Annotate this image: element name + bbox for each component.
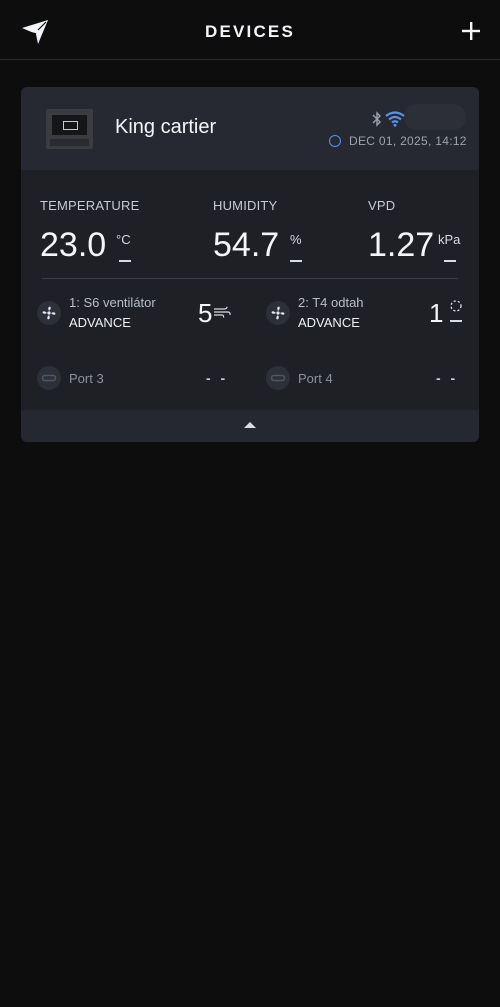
collapse-card-button[interactable] <box>21 410 479 442</box>
metric-unit-vpd: kPa <box>438 232 461 247</box>
link-icon <box>37 366 61 390</box>
chevron-up-icon <box>244 422 256 428</box>
port-4-value: - - <box>436 370 459 386</box>
device-name: King cartier <box>115 116 217 138</box>
fan-icon <box>266 301 290 325</box>
port-1-title: 1: S6 ventilátor <box>69 295 156 310</box>
metric-value-humidity: 54.7 <box>213 226 280 264</box>
metric-label-vpd: VPD <box>368 198 396 213</box>
plus-icon[interactable] <box>460 20 482 42</box>
metric-unit-humidity: % <box>290 232 302 247</box>
bluetooth-icon <box>372 111 381 127</box>
port-2-level: 1 <box>429 298 444 328</box>
metric-value-temperature: 23.0 <box>40 226 107 264</box>
last-updated-timestamp: DEC 01, 2025, 14:12 <box>349 134 467 148</box>
port-1-mode: ADVANCE <box>69 315 131 330</box>
port-2-title: 2: T4 odtah <box>298 295 364 310</box>
wind-icon <box>214 306 231 318</box>
link-icon <box>266 366 290 390</box>
port-2-mode: ADVANCE <box>298 315 360 330</box>
port-1-level: 5 <box>198 298 213 328</box>
top-bar: DEVICES <box>0 0 500 60</box>
port-3-title: Port 3 <box>69 371 104 386</box>
page-title: DEVICES <box>204 22 296 41</box>
metric-label-humidity: HUMIDITY <box>213 198 278 213</box>
metric-unit-temperature: °C <box>116 232 131 247</box>
dashed-circle-icon <box>450 300 462 322</box>
connection-badge <box>404 104 466 130</box>
fan-icon <box>37 301 61 325</box>
port-3-value: - - <box>206 370 229 386</box>
device-thumbnail <box>46 109 93 149</box>
metric-trend-temperature <box>119 260 131 262</box>
port-4-title: Port 4 <box>298 371 333 386</box>
metric-trend-vpd <box>444 260 456 262</box>
metric-trend-humidity <box>290 260 302 262</box>
metric-value-vpd: 1.27 <box>368 226 435 264</box>
wifi-icon <box>385 111 405 127</box>
status-indicator-icon <box>329 135 341 147</box>
divider <box>42 278 458 279</box>
metric-label-temperature: TEMPERATURE <box>40 198 140 213</box>
